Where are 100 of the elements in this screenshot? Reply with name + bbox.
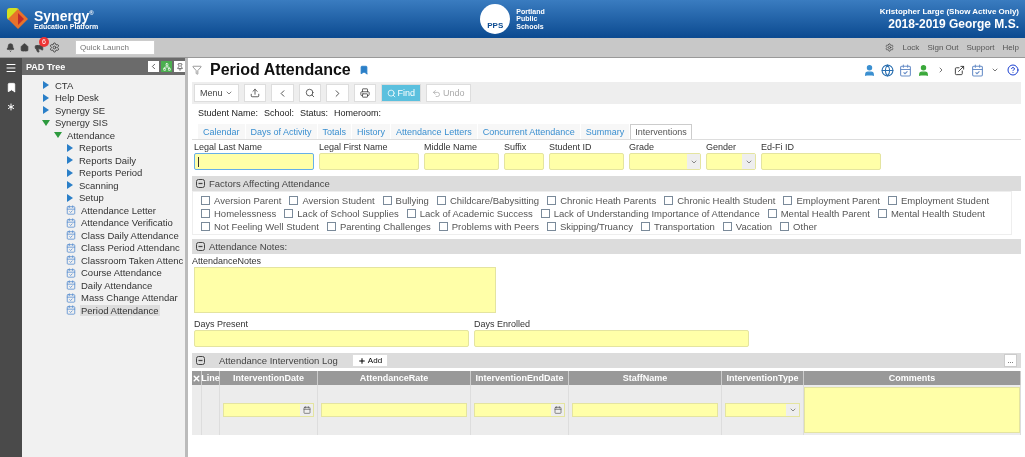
tree-item[interactable]: Attendance Verificatio: [80, 217, 174, 229]
checkbox[interactable]: [436, 195, 446, 205]
tree-item[interactable]: Attendance: [66, 129, 117, 141]
input-field[interactable]: [194, 153, 314, 170]
checkbox[interactable]: [783, 195, 793, 205]
print-button[interactable]: [353, 84, 376, 102]
collapsed-arrow-icon[interactable]: [66, 181, 74, 190]
export-button[interactable]: [243, 84, 266, 102]
tree-view-button[interactable]: [161, 61, 172, 72]
collapsed-arrow-icon[interactable]: [66, 193, 74, 202]
user-name[interactable]: Kristopher Large (Show Active Only): [879, 7, 1019, 17]
collapsed-arrow-icon[interactable]: [66, 143, 74, 152]
checkbox[interactable]: [406, 208, 416, 218]
tree-item[interactable]: Reports Daily: [78, 154, 138, 166]
top-link[interactable]: Lock: [902, 43, 920, 52]
tree-item[interactable]: Class Period Attendanc: [80, 242, 181, 254]
checkbox[interactable]: [326, 221, 336, 231]
external-link-icon: [953, 64, 965, 76]
collapsed-arrow-icon[interactable]: [42, 81, 50, 90]
calendar-button[interactable]: [969, 62, 985, 78]
home-icon[interactable]: [20, 43, 29, 52]
tree-item[interactable]: Synergy SE: [54, 104, 107, 116]
add-button[interactable]: Add: [351, 354, 389, 367]
page-title: Period Attendance: [210, 61, 351, 79]
top-link[interactable]: Support: [966, 43, 995, 52]
checkbox-label: Employment Parent: [796, 194, 880, 206]
collapsed-arrow-icon[interactable]: [42, 93, 50, 102]
comments-field[interactable]: [804, 387, 1020, 433]
tree-item[interactable]: Setup: [78, 192, 105, 204]
search-button[interactable]: [298, 84, 321, 102]
collapsed-arrow-icon[interactable]: [66, 156, 74, 165]
tree-item[interactable]: Reports: [78, 142, 114, 154]
checkbox[interactable]: [546, 221, 556, 231]
tree-item[interactable]: Attendance Letter: [80, 204, 157, 216]
checkbox[interactable]: [767, 208, 777, 218]
menu-button[interactable]: Menu: [194, 84, 239, 102]
checkbox[interactable]: [722, 221, 732, 231]
checkbox[interactable]: [289, 195, 299, 205]
top-link[interactable]: Help: [1002, 43, 1019, 52]
asterisk-icon[interactable]: [5, 101, 17, 113]
collapse-icon[interactable]: [196, 242, 205, 251]
tree-item[interactable]: Scanning: [78, 179, 120, 191]
checkbox[interactable]: [382, 195, 392, 205]
dropdown-field[interactable]: [629, 153, 701, 170]
tree-item[interactable]: Daily Attendance: [80, 279, 154, 291]
checkbox[interactable]: [877, 208, 887, 218]
field-label: Gender: [706, 142, 738, 153]
notes-field[interactable]: [194, 267, 496, 313]
checkbox[interactable]: [540, 208, 550, 218]
tree-item[interactable]: Reports Period: [78, 167, 144, 179]
help-icon: [1007, 64, 1019, 76]
tree-item[interactable]: Help Desk: [54, 92, 100, 104]
checkbox[interactable]: [201, 208, 210, 218]
quick-launch-field[interactable]: Quick Launch: [75, 40, 155, 55]
tree-item[interactable]: Synergy SIS: [54, 117, 109, 129]
tab[interactable]: Concurrent Attendance: [477, 124, 580, 139]
checkbox[interactable]: [640, 221, 650, 231]
collapsed-arrow-icon[interactable]: [42, 106, 50, 115]
dropdown-field[interactable]: [725, 403, 800, 417]
checkbox[interactable]: [887, 195, 897, 205]
checkbox[interactable]: [780, 221, 790, 231]
expanded-arrow-icon[interactable]: [54, 131, 62, 140]
pin-button[interactable]: [174, 61, 185, 72]
top-link[interactable]: Sign Out: [927, 43, 959, 52]
date-field[interactable]: [223, 403, 314, 417]
bookmark-icon[interactable]: [358, 65, 369, 75]
caret-icon[interactable]: [788, 406, 797, 414]
settings-icon[interactable]: [49, 42, 60, 53]
checkbox[interactable]: [664, 195, 674, 205]
menu-icon[interactable]: [5, 62, 17, 74]
tree-item[interactable]: Class Daily Attendance: [80, 229, 180, 241]
collapsed-arrow-icon[interactable]: [66, 168, 74, 177]
expanded-arrow-icon[interactable]: [42, 118, 50, 127]
calendar-icon[interactable]: [553, 406, 562, 414]
checkbox[interactable]: [284, 208, 294, 218]
checkbox[interactable]: [201, 221, 210, 231]
delete-icon[interactable]: [192, 373, 201, 383]
checkbox[interactable]: [547, 195, 557, 205]
tree-item[interactable]: Classroom Taken Attenc: [80, 254, 185, 266]
calendar-button[interactable]: [897, 62, 913, 78]
checkbox[interactable]: [438, 221, 448, 231]
checkbox-label: Not Feeling Well Student: [214, 220, 319, 232]
calendar-icon[interactable]: [302, 406, 311, 414]
dropdown-field[interactable]: [706, 153, 756, 170]
search-icon: [386, 88, 396, 98]
bookmark-icon[interactable]: [5, 82, 17, 93]
tree-item[interactable]: Mass Change Attendar: [80, 292, 179, 304]
checkbox[interactable]: [201, 195, 210, 205]
bell-icon[interactable]: [6, 43, 15, 52]
settings-icon[interactable]: [885, 43, 895, 52]
globe-button[interactable]: [879, 62, 895, 78]
tab[interactable]: Interventions: [630, 124, 692, 139]
collapse-button[interactable]: [148, 61, 159, 72]
collapse-icon[interactable]: [196, 179, 205, 188]
tree-item[interactable]: Period Attendance: [80, 304, 160, 316]
filter-icon[interactable]: [192, 65, 202, 75]
tree-item[interactable]: CTA: [54, 79, 75, 91]
date-field[interactable]: [474, 403, 565, 417]
tree-item[interactable]: Course Attendance: [80, 267, 163, 279]
collapse-icon[interactable]: [196, 356, 205, 365]
